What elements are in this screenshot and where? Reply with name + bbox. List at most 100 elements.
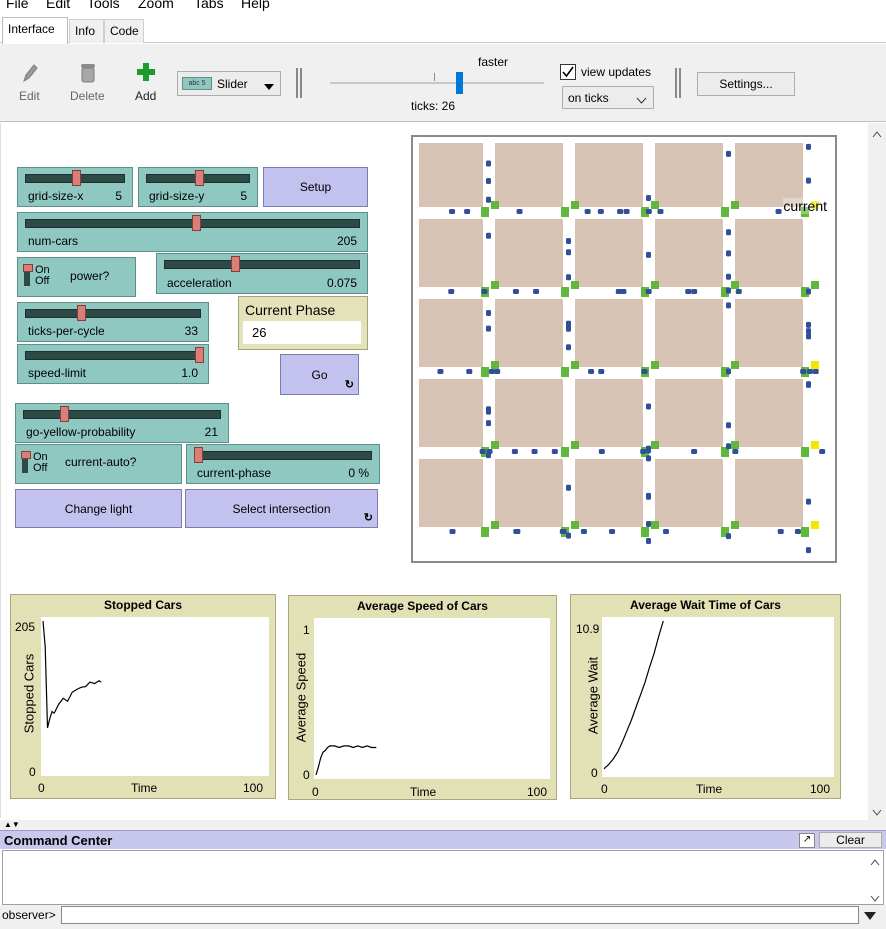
switch-knob[interactable] (23, 264, 33, 272)
car (640, 449, 647, 454)
command-input[interactable] (61, 906, 859, 924)
chevron-up-icon[interactable] (870, 855, 880, 869)
slider-thumb[interactable] (231, 256, 240, 272)
plot-ymax: 205 (15, 620, 36, 634)
car (806, 369, 813, 374)
add-button[interactable] (136, 62, 156, 85)
menu-file[interactable]: File (6, 0, 29, 11)
traffic-signal (801, 447, 809, 457)
traffic-signal (491, 441, 499, 449)
car (486, 160, 491, 167)
menu-tabs[interactable]: Tabs (194, 0, 224, 11)
slider-thumb[interactable] (194, 447, 203, 463)
car (726, 443, 731, 450)
plot-line-svg (42, 620, 102, 728)
city-block (575, 459, 643, 527)
car (806, 498, 811, 505)
settings-button[interactable]: Settings... (697, 72, 795, 96)
speed-limit-slider[interactable]: speed-limit 1.0 (17, 344, 209, 384)
go-yellow-probability-slider[interactable]: go-yellow-probability 21 (15, 403, 229, 443)
slider-label: acceleration (167, 276, 232, 290)
tab-interface[interactable]: Interface (2, 17, 68, 44)
car (559, 529, 566, 534)
splitter-arrows-icon[interactable]: ▲▼ (4, 820, 20, 829)
power-switch[interactable]: On Off power? (17, 257, 136, 297)
chevron-down-icon[interactable] (872, 805, 882, 819)
slider-thumb[interactable] (195, 347, 204, 363)
delete-button[interactable] (79, 62, 97, 87)
car (806, 333, 811, 340)
slider-thumb[interactable] (195, 170, 204, 186)
chevron-down-icon[interactable] (864, 909, 876, 923)
plot-canvas (314, 618, 550, 779)
chevron-up-icon[interactable] (872, 127, 882, 141)
current-phase-slider[interactable]: current-phase 0 % (186, 444, 380, 484)
car (486, 325, 491, 332)
select-intersection-button[interactable]: Select intersection ↻ (185, 489, 378, 528)
plot-ylabel: Stopped Cars (21, 653, 37, 734)
observer-prompt[interactable]: observer> (2, 908, 56, 922)
car (726, 229, 731, 236)
world-canvas (419, 143, 826, 554)
traffic-signal (491, 201, 499, 209)
slider-thumb[interactable] (192, 215, 201, 231)
car (511, 449, 518, 454)
car (819, 449, 826, 454)
slider-thumb[interactable] (77, 305, 86, 321)
num-cars-slider[interactable]: num-cars 205 (17, 212, 368, 252)
slider-label: current-phase (197, 466, 272, 480)
car (726, 368, 731, 375)
car (533, 289, 540, 294)
add-label: Add (135, 89, 157, 103)
slider-thumb[interactable] (60, 406, 69, 422)
menu-edit[interactable]: Edit (46, 0, 70, 11)
city-block (495, 379, 563, 447)
change-light-button[interactable]: Change light (15, 489, 182, 528)
world-view[interactable]: current (411, 135, 837, 563)
car (448, 289, 455, 294)
grid-size-x-slider[interactable]: grid-size-x 5 (17, 167, 133, 207)
car (726, 150, 731, 157)
slider-label: grid-size-x (28, 189, 84, 203)
current-auto-switch[interactable]: On Off current-auto? (15, 444, 182, 484)
ticks-per-cycle-slider[interactable]: ticks-per-cycle 33 (17, 302, 209, 342)
menu-tools[interactable]: Tools (87, 0, 120, 11)
switch-knob[interactable] (21, 451, 31, 459)
switch-label: power? (70, 269, 110, 283)
select-intersection-label: Select intersection (232, 501, 331, 516)
car (566, 321, 571, 328)
car (566, 344, 571, 351)
traffic-signal (651, 521, 659, 529)
slider-track (194, 451, 372, 460)
slider-value: 33 (184, 324, 198, 338)
speed-slider-thumb[interactable] (456, 72, 463, 94)
grid-size-y-slider[interactable]: grid-size-y 5 (138, 167, 258, 207)
menu-zoom[interactable]: Zoom (138, 0, 174, 11)
traffic-signal (811, 281, 819, 289)
update-mode-select[interactable]: on ticks (562, 86, 654, 109)
car (646, 521, 651, 528)
chevron-down-icon[interactable] (870, 891, 880, 905)
car (646, 403, 651, 410)
acceleration-slider[interactable]: acceleration 0.075 (156, 253, 368, 294)
edit-button[interactable] (20, 62, 40, 87)
tab-code[interactable]: Code (104, 19, 144, 43)
menu-help[interactable]: Help (241, 0, 270, 11)
monitor-value: 26 (243, 321, 361, 344)
interface-scrollbar[interactable] (868, 123, 886, 820)
car (726, 533, 731, 540)
clear-button[interactable]: Clear (819, 832, 882, 848)
tab-info[interactable]: Info (69, 19, 104, 43)
car (646, 447, 651, 454)
city-block (655, 219, 723, 287)
expand-icon[interactable]: ↗ (799, 833, 815, 848)
command-output[interactable] (2, 850, 884, 905)
setup-button[interactable]: Setup (263, 167, 368, 207)
slider-thumb[interactable] (72, 170, 81, 186)
speed-slider-track[interactable] (330, 82, 544, 84)
city-block (495, 219, 563, 287)
view-updates-checkbox[interactable] (560, 64, 576, 80)
widget-type-select[interactable]: abc 5 Slider (177, 71, 281, 96)
go-button[interactable]: Go ↻ (280, 354, 359, 395)
splitter[interactable]: ▲▼ (0, 820, 886, 830)
